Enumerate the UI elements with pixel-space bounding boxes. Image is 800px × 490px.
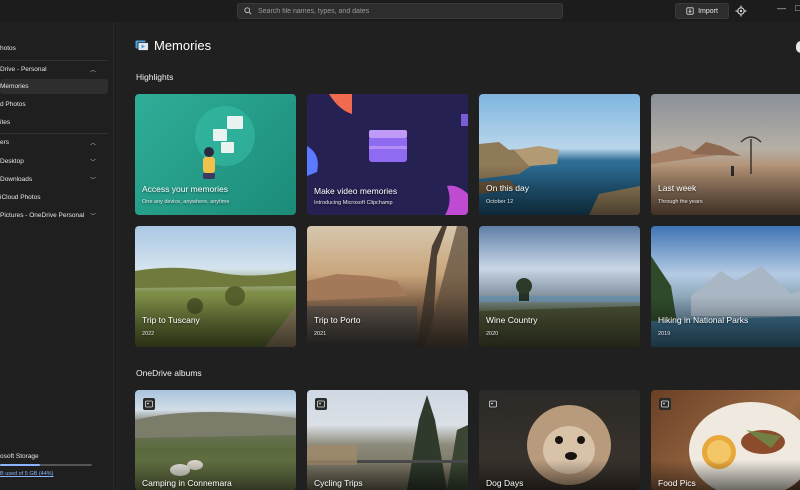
card-subtitle: 2022: [142, 331, 155, 337]
card-title: On this day: [486, 183, 529, 193]
card-title: Access your memories: [142, 184, 228, 194]
sidebar-item-label: Desktop: [0, 158, 24, 165]
album-badge: [143, 398, 155, 410]
card-title: Trip to Tuscany: [142, 315, 200, 325]
album-icon: [489, 400, 497, 408]
sidebar-item-photos[interactable]: hotos: [0, 41, 108, 56]
section-title-highlights: Highlights: [136, 72, 174, 82]
sidebar-item-favorites[interactable]: ites: [0, 115, 108, 130]
album-icon: [661, 400, 669, 408]
chevron-down-icon[interactable]: ﹀: [90, 175, 96, 184]
sidebar-item-downloads[interactable]: Downloads ﹀: [0, 172, 108, 187]
sidebar-item-onedrive-personal[interactable]: Drive - Personal ︿: [0, 62, 108, 77]
storage-progress-bar: [0, 464, 92, 466]
storage-title: osoft Storage: [0, 453, 39, 460]
card-subtitle: October 12: [486, 199, 514, 205]
sidebar-item-label: Memories: [0, 83, 29, 90]
highlight-card[interactable]: Wine Country 2020: [479, 226, 640, 347]
sidebar-item-label: iCloud Photos: [0, 194, 41, 201]
highlight-card[interactable]: On this day October 12: [479, 94, 640, 215]
sidebar-item-memories[interactable]: Memories: [0, 79, 108, 94]
card-subtitle: Introducing Microsoft Clipchamp: [314, 200, 393, 206]
import-icon: [686, 7, 694, 15]
album-badge: [659, 398, 671, 410]
chevron-up-icon[interactable]: ︿: [90, 65, 96, 74]
sidebar-item-shared-photos[interactable]: d Photos: [0, 97, 108, 112]
card-title: Trip to Porto: [314, 315, 361, 325]
card-title: Wine Country: [486, 315, 538, 325]
album-badge: [487, 398, 499, 410]
card-subtitle: 2020: [486, 331, 499, 337]
highlight-card[interactable]: Hiking in National Parks 2019: [651, 226, 800, 347]
card-title: Food Pics: [658, 478, 696, 488]
album-card[interactable]: Dog Days: [479, 390, 640, 490]
card-subtitle: One any device, anywhere, anytime: [142, 199, 230, 205]
search-input[interactable]: [258, 7, 548, 15]
chevron-down-icon[interactable]: ﹀: [90, 157, 96, 166]
sidebar-item-label: ites: [0, 119, 11, 126]
sidebar-item-label: hotos: [0, 45, 16, 52]
sidebar-item-label: d Photos: [0, 101, 26, 108]
sidebar-item-folders[interactable]: ers ︿: [0, 135, 108, 150]
chevron-up-icon[interactable]: ︿: [90, 138, 96, 147]
memories-icon: [135, 40, 149, 51]
import-button[interactable]: Import: [675, 3, 729, 19]
title-bar: Import — □: [0, 0, 800, 22]
storage-usage-link[interactable]: B used of 5 GB (44%): [0, 471, 54, 477]
sidebar-item-label: Drive - Personal: [0, 66, 47, 73]
card-subtitle: Through the years: [658, 199, 703, 205]
sidebar-item-icloud-photos[interactable]: iCloud Photos: [0, 190, 108, 205]
divider: [0, 133, 108, 134]
minimize-button[interactable]: —: [777, 3, 786, 13]
card-subtitle: 2019: [658, 331, 671, 337]
page-title-text: Memories: [154, 38, 212, 53]
album-card[interactable]: Cycling Trips: [307, 390, 468, 490]
section-title-onedrive-albums: OneDrive albums: [136, 368, 202, 378]
settings-gear-icon[interactable]: [735, 5, 747, 17]
album-card[interactable]: Camping in Connemara: [135, 390, 296, 490]
sidebar-item-desktop[interactable]: Desktop ﹀: [0, 154, 108, 169]
search-icon: [244, 7, 252, 15]
storage-progress-fill: [0, 464, 41, 466]
card-title: Cycling Trips: [314, 478, 363, 488]
page-title: Memories: [135, 38, 211, 53]
card-title: Camping in Connemara: [142, 478, 232, 488]
album-icon: [145, 400, 153, 408]
card-title: Dog Days: [486, 478, 524, 488]
search-box[interactable]: [237, 3, 563, 19]
maximize-button[interactable]: □: [795, 3, 800, 13]
highlight-card[interactable]: Trip to Tuscany 2022: [135, 226, 296, 347]
card-subtitle: 2021: [314, 331, 327, 337]
highlight-card[interactable]: Last week Through the years: [651, 94, 800, 215]
album-badge: [315, 398, 327, 410]
profile-avatar[interactable]: [796, 41, 800, 53]
divider: [0, 60, 108, 61]
sidebar-item-pictures-onedrive[interactable]: Pictures - OneDrive Personal ﹀: [0, 208, 108, 223]
sidebar-item-label: ers: [0, 139, 10, 146]
memories-illustration: [195, 106, 255, 179]
highlight-card[interactable]: Make video memories Introducing Microsof…: [307, 94, 468, 215]
clipchamp-illustration: [307, 94, 468, 215]
album-card[interactable]: Food Pics: [651, 390, 800, 490]
card-title: Last week: [658, 183, 697, 193]
sidebar-item-label: Pictures - OneDrive Personal: [0, 212, 85, 219]
highlight-card[interactable]: Access your memories One any device, any…: [135, 94, 296, 215]
album-icon: [317, 400, 325, 408]
highlight-card[interactable]: Trip to Porto 2021: [307, 226, 468, 347]
sidebar: hotos Drive - Personal ︿ Memories d Phot…: [0, 22, 114, 490]
chevron-down-icon[interactable]: ﹀: [90, 211, 96, 220]
sidebar-item-label: Downloads: [0, 176, 33, 183]
card-title: Make video memories: [314, 186, 398, 196]
import-label: Import: [698, 7, 718, 15]
card-title: Hiking in National Parks: [658, 315, 749, 325]
